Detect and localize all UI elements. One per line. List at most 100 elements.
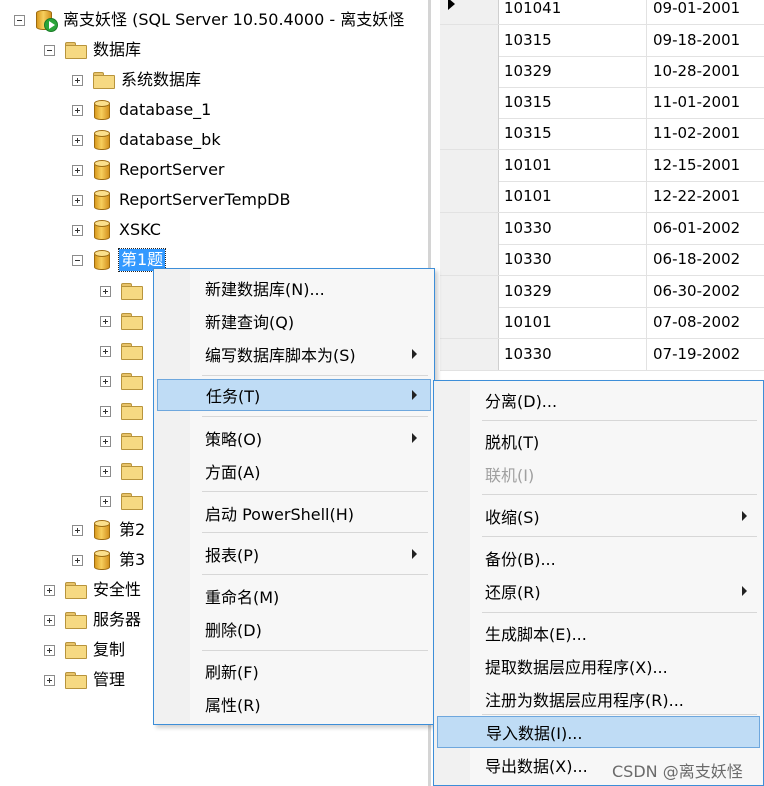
tree-node-question-3[interactable]: 第3 xyxy=(72,548,145,572)
expand-icon[interactable] xyxy=(100,315,111,327)
expand-icon[interactable] xyxy=(100,495,111,507)
grid-cell[interactable]: 10315 xyxy=(504,25,552,56)
grid-cell[interactable]: 10315 xyxy=(504,87,552,118)
grid-cell[interactable]: 11-02-2001 xyxy=(653,118,740,149)
row-selector[interactable] xyxy=(440,181,499,212)
menu-item-generate-scripts[interactable]: 生成脚本(E)... xyxy=(437,617,760,649)
grid-cell[interactable]: 06-30-2002 xyxy=(653,276,740,307)
grid-cell[interactable]: 101041 xyxy=(504,0,561,24)
menu-item-delete[interactable]: 删除(D) xyxy=(157,613,431,645)
row-selector[interactable] xyxy=(440,0,499,24)
tree-node-management[interactable]: 管理 xyxy=(44,668,125,692)
row-selector[interactable] xyxy=(440,307,499,338)
row-selector[interactable] xyxy=(440,118,499,149)
expand-icon[interactable] xyxy=(100,465,111,477)
tree-node-server-objects[interactable]: 服务器 xyxy=(44,608,141,632)
expand-icon[interactable] xyxy=(44,614,55,626)
tree-node-xskc[interactable]: XSKC xyxy=(72,218,161,242)
row-selector[interactable] xyxy=(440,150,499,181)
grid-cell[interactable]: 07-08-2002 xyxy=(653,307,740,338)
table-row[interactable]: 10315 11-01-2001 xyxy=(440,87,764,119)
grid-cell[interactable]: 06-01-2002 xyxy=(653,213,740,244)
tree-node-replication[interactable]: 复制 xyxy=(44,638,125,662)
collapse-icon[interactable] xyxy=(14,14,25,26)
tree-node-database-bk[interactable]: database_bk xyxy=(72,128,221,152)
table-row[interactable]: 10329 10-28-2001 xyxy=(440,56,764,88)
menu-item-properties[interactable]: 属性(R) xyxy=(157,688,431,720)
grid-cell[interactable]: 10330 xyxy=(504,339,552,370)
menu-item-take-offline[interactable]: 脱机(T) xyxy=(437,425,760,457)
row-selector[interactable] xyxy=(440,339,499,370)
grid-cell[interactable]: 10330 xyxy=(504,213,552,244)
menu-item-restore[interactable]: 还原(R) xyxy=(437,575,760,607)
grid-cell[interactable]: 09-01-2001 xyxy=(653,0,740,24)
grid-cell[interactable]: 12-15-2001 xyxy=(653,150,740,181)
row-selector[interactable] xyxy=(440,244,499,275)
table-row[interactable]: 10330 07-19-2002 xyxy=(440,339,764,371)
expand-icon[interactable] xyxy=(72,104,83,116)
grid-cell[interactable]: 09-18-2001 xyxy=(653,25,740,56)
expand-icon[interactable] xyxy=(72,524,83,536)
grid-cell[interactable]: 10330 xyxy=(504,244,552,275)
table-row[interactable]: 101041 09-01-2001 xyxy=(440,0,764,25)
expand-icon[interactable] xyxy=(72,134,83,146)
menu-item-new-database[interactable]: 新建数据库(N)... xyxy=(157,272,431,304)
expand-icon[interactable] xyxy=(44,674,55,686)
grid-cell[interactable]: 07-19-2002 xyxy=(653,339,740,370)
expand-icon[interactable] xyxy=(72,224,83,236)
expand-icon[interactable] xyxy=(100,375,111,387)
menu-item-refresh[interactable]: 刷新(F) xyxy=(157,655,431,687)
tree-node-databases[interactable]: 数据库 xyxy=(44,38,141,62)
expand-icon[interactable] xyxy=(44,584,55,596)
table-row[interactable]: 10330 06-18-2002 xyxy=(440,244,764,276)
menu-item-rename[interactable]: 重命名(M) xyxy=(157,580,431,612)
menu-item-detach[interactable]: 分离(D)... xyxy=(437,384,760,416)
menu-item-policies[interactable]: 策略(O) xyxy=(157,422,431,454)
tree-node-child-folder[interactable] xyxy=(100,429,149,453)
collapse-icon[interactable] xyxy=(72,254,83,266)
menu-item-register-data-tier-app[interactable]: 注册为数据层应用程序(R)... xyxy=(437,683,760,715)
menu-item-facets[interactable]: 方面(A) xyxy=(157,455,431,487)
menu-item-extract-data-tier-app[interactable]: 提取数据层应用程序(X)... xyxy=(437,650,760,682)
tree-node-child-folder[interactable] xyxy=(100,369,149,393)
expand-icon[interactable] xyxy=(72,164,83,176)
table-row[interactable]: 10330 06-01-2002 xyxy=(440,213,764,245)
row-selector[interactable] xyxy=(440,213,499,244)
tree-node-reportservertempdb[interactable]: ReportServerTempDB xyxy=(72,188,290,212)
row-selector[interactable] xyxy=(440,25,499,56)
table-row[interactable]: 10101 07-08-2002 xyxy=(440,307,764,339)
tree-node-security[interactable]: 安全性 xyxy=(44,578,141,602)
expand-icon[interactable] xyxy=(72,194,83,206)
menu-item-tasks[interactable]: 任务(T) xyxy=(157,379,431,411)
expand-icon[interactable] xyxy=(100,285,111,297)
table-row[interactable]: 10329 06-30-2002 xyxy=(440,276,764,308)
tree-node-child-folder[interactable] xyxy=(100,309,149,333)
table-row[interactable]: 10101 12-22-2001 xyxy=(440,181,764,213)
grid-cell[interactable]: 10315 xyxy=(504,118,552,149)
expand-icon[interactable] xyxy=(44,644,55,656)
expand-icon[interactable] xyxy=(100,345,111,357)
row-selector[interactable] xyxy=(440,276,499,307)
row-selector[interactable] xyxy=(440,56,499,87)
expand-icon[interactable] xyxy=(100,405,111,417)
menu-item-reports[interactable]: 报表(P) xyxy=(157,538,431,570)
tree-node-reportserver[interactable]: ReportServer xyxy=(72,158,225,182)
grid-cell[interactable]: 10329 xyxy=(504,56,552,87)
tree-node-child-folder[interactable] xyxy=(100,339,149,363)
grid-cell[interactable]: 10-28-2001 xyxy=(653,56,740,87)
tree-node-question-1[interactable]: 第1题 xyxy=(72,248,167,272)
menu-item-start-powershell[interactable]: 启动 PowerShell(H) xyxy=(157,497,431,529)
table-row[interactable]: 10315 11-02-2001 xyxy=(440,118,764,150)
tree-node-child-folder[interactable] xyxy=(100,459,149,483)
grid-cell[interactable]: 10329 xyxy=(504,276,552,307)
menu-item-new-query[interactable]: 新建查询(Q) xyxy=(157,305,431,337)
tree-node-child-folder[interactable] xyxy=(100,279,149,303)
menu-item-import-data[interactable]: 导入数据(I)... xyxy=(437,716,760,748)
tree-node-system-databases[interactable]: 系统数据库 xyxy=(72,68,201,92)
menu-item-script-database[interactable]: 编写数据库脚本为(S) xyxy=(157,338,431,370)
grid-cell[interactable]: 10101 xyxy=(504,150,552,181)
table-row[interactable]: 10315 09-18-2001 xyxy=(440,25,764,57)
menu-item-backup[interactable]: 备份(B)... xyxy=(437,542,760,574)
menu-item-shrink[interactable]: 收缩(S) xyxy=(437,500,760,532)
tree-node-child-folder[interactable] xyxy=(100,399,149,423)
